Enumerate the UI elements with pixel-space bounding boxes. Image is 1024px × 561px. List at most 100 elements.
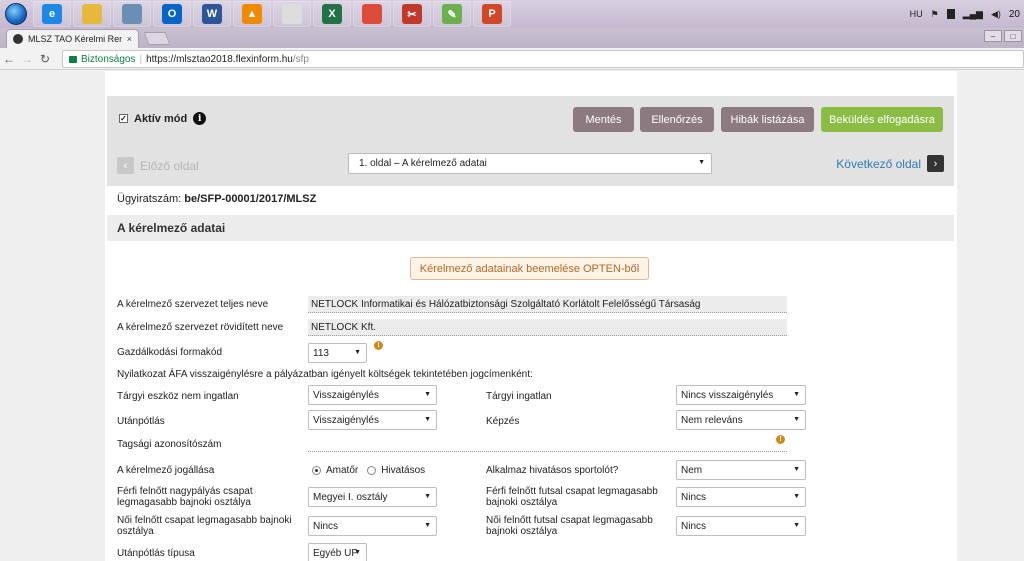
forward-icon[interactable]: →: [18, 52, 36, 66]
page-viewport: ✓ Aktív mód i Mentés Ellenőrzés Hibák li…: [0, 71, 1024, 561]
previous-page-label: Előző oldal: [140, 158, 199, 173]
youth-select[interactable]: Visszaigénylés ▼: [308, 410, 437, 430]
submit-button[interactable]: Beküldés elfogadásra: [821, 107, 943, 132]
vlc-icon: ▲: [242, 4, 262, 24]
pro-athletes-select[interactable]: Nem ▼: [676, 460, 806, 480]
taskbar-app[interactable]: [353, 1, 391, 27]
case-number: Ügyiratszám: be/SFP-00001/2017/MLSZ: [117, 193, 316, 205]
men-big-value: Megyei I. osztály: [313, 491, 388, 503]
women-select[interactable]: Nincs ▼: [308, 516, 437, 536]
battery-icon[interactable]: [946, 9, 955, 19]
amateur-label: Amatőr: [326, 465, 359, 476]
word-icon: W: [202, 4, 222, 24]
folder-icon: [82, 4, 102, 24]
url-path: /sfp: [292, 53, 309, 65]
taskbar-app[interactable]: ✎: [433, 1, 471, 27]
training-label: Képzés: [486, 416, 520, 427]
dropdown-caret-icon: ▼: [424, 391, 431, 398]
soccer-ball-icon: [13, 34, 23, 44]
women-label: Női felnőtt csapat legmagasabb bajnoki o…: [117, 515, 292, 537]
warning-icon[interactable]: !: [374, 341, 383, 350]
calculator-icon: [122, 4, 142, 24]
section-title: A kérelmező adatai: [107, 215, 954, 241]
taskbar-app[interactable]: ▲: [233, 1, 271, 27]
taskbar-app[interactable]: ✂: [393, 1, 431, 27]
tangible-property-select[interactable]: Nincs visszaigénylés ▼: [676, 385, 806, 405]
list-errors-button[interactable]: Hibák listázása: [721, 107, 814, 132]
form-code-select[interactable]: 113 ▼: [308, 343, 367, 363]
training-value: Nem releváns: [681, 414, 743, 426]
dropdown-caret-icon: ▼: [793, 416, 800, 423]
dropdown-caret-icon: ▼: [354, 549, 361, 556]
men-futsal-select[interactable]: Nincs ▼: [676, 487, 806, 507]
page-select[interactable]: 1. oldal – A kérelmező adatai ▼: [348, 153, 712, 174]
professional-radio[interactable]: [367, 466, 377, 475]
address-toolbar: ← → ↻ Biztonságos | https://mlsztao2018.…: [0, 48, 1024, 70]
address-bar[interactable]: Biztonságos | https://mlsztao2018.flexin…: [62, 50, 1024, 68]
youth-type-label: Utánpótlás típusa: [117, 548, 195, 559]
taskbar-app[interactable]: [273, 1, 311, 27]
minimize-icon[interactable]: –: [984, 30, 1002, 42]
case-number-value: be/SFP-00001/2017/MLSZ: [184, 193, 317, 205]
youth-label: Utánpótlás: [117, 416, 165, 427]
maximize-icon[interactable]: □: [1004, 30, 1022, 42]
taskbar-app[interactable]: [113, 1, 151, 27]
secure-label: Biztonságos: [81, 53, 136, 65]
next-page-label: Következő oldal: [836, 156, 921, 171]
new-tab-button[interactable]: [143, 32, 171, 45]
next-page-link[interactable]: Következő oldal ›: [836, 155, 944, 172]
taskbar-app[interactable]: P: [473, 1, 511, 27]
youth-type-value: Egyéb UP: [313, 547, 359, 559]
tangible-non-property-select[interactable]: Visszaigénylés ▼: [308, 385, 437, 405]
training-select[interactable]: Nem releváns ▼: [676, 410, 806, 430]
active-mode-checkbox[interactable]: ✓: [119, 114, 128, 123]
full-name-field: NETLOCK Informatikai és Hálózatbiztonság…: [308, 296, 787, 313]
men-futsal-label: Férfi felnőtt futsal csapat legmagasabb …: [486, 486, 658, 508]
active-mode[interactable]: ✓ Aktív mód i: [119, 112, 207, 125]
legal-status-label: A kérelmező jogállása: [117, 465, 215, 476]
snipping-icon: ✂: [402, 4, 422, 24]
women-value: Nincs: [313, 520, 339, 532]
opten-import-button[interactable]: Kérelmező adatainak beemelése OPTEN-ből: [410, 257, 649, 280]
dropdown-caret-icon: ▼: [793, 522, 800, 529]
warning-icon[interactable]: !: [776, 435, 785, 444]
form-code-label: Gazdálkodási formakód: [117, 347, 223, 358]
youth-type-select[interactable]: Egyéb UP ▼: [308, 543, 367, 561]
action-panel: ✓ Aktív mód i Mentés Ellenőrzés Hibák li…: [107, 96, 954, 186]
taskbar-app[interactable]: X: [313, 1, 351, 27]
men-big-select[interactable]: Megyei I. osztály ▼: [308, 487, 437, 507]
taskbar-app[interactable]: e: [33, 1, 71, 27]
previous-page-link[interactable]: ‹ Előző oldal: [117, 157, 199, 174]
page-select-value: 1. oldal – A kérelmező adatai: [359, 158, 487, 169]
reload-icon[interactable]: ↻: [36, 52, 54, 66]
dropdown-caret-icon: ▼: [698, 159, 705, 166]
start-button[interactable]: [0, 0, 32, 28]
clock[interactable]: 20: [1009, 9, 1020, 20]
taskbar-app[interactable]: O: [153, 1, 191, 27]
form-code-value: 113: [313, 347, 329, 359]
save-button[interactable]: Mentés: [573, 107, 634, 132]
dropdown-caret-icon: ▼: [424, 416, 431, 423]
page-heading-cut: [117, 71, 267, 76]
women-futsal-value: Nincs: [681, 520, 707, 532]
excel-icon: X: [322, 4, 342, 24]
volume-icon[interactable]: ◀): [991, 9, 1001, 20]
language-indicator[interactable]: HU: [910, 9, 923, 19]
network-icon[interactable]: ▂▄▆: [963, 9, 983, 20]
amateur-radio[interactable]: [312, 466, 321, 475]
chevron-left-icon: ‹: [117, 157, 134, 174]
women-futsal-select[interactable]: Nincs ▼: [676, 516, 806, 536]
close-tab-icon[interactable]: ×: [127, 34, 132, 44]
browser-tab[interactable]: MLSZ TAO Kérelmi Rend ×: [6, 29, 139, 48]
check-button[interactable]: Ellenőrzés: [640, 107, 714, 132]
dropdown-caret-icon: ▼: [793, 391, 800, 398]
taskbar-app[interactable]: W: [193, 1, 231, 27]
back-icon[interactable]: ←: [0, 52, 18, 66]
info-icon[interactable]: i: [193, 112, 207, 125]
window-controls: – □: [984, 30, 1022, 42]
membership-field[interactable]: [308, 451, 787, 452]
flag-icon[interactable]: ⚑: [931, 9, 939, 20]
taskbar-app[interactable]: [73, 1, 111, 27]
url-host: https://mlsztao2018.flexinform.hu: [146, 53, 293, 65]
active-mode-label: Aktív mód: [134, 112, 188, 125]
